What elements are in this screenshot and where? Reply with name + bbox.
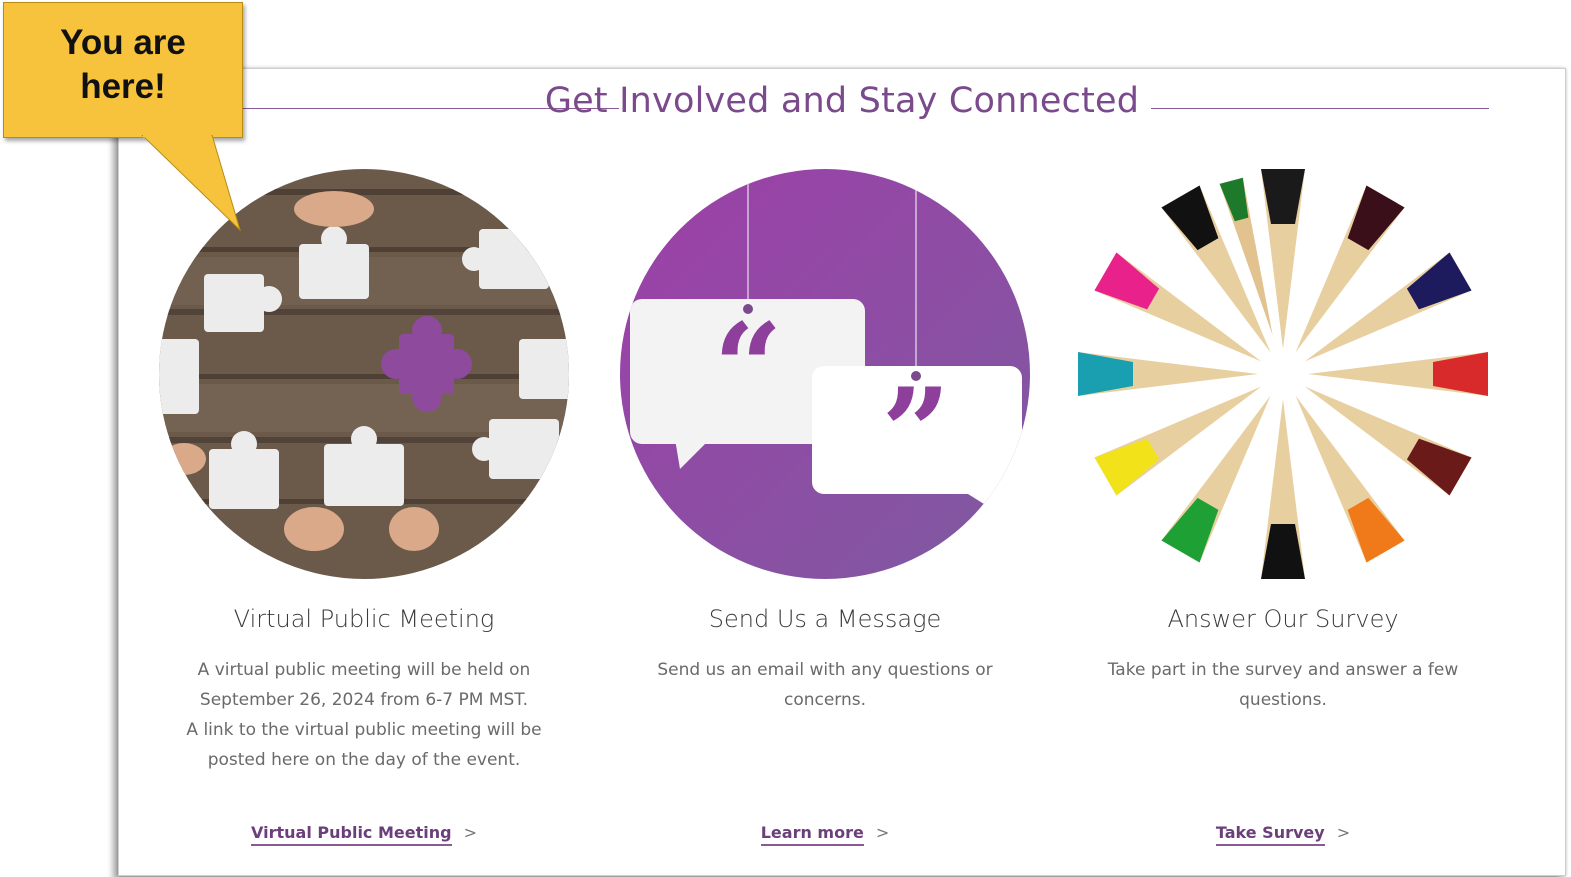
take-survey-link[interactable]: Take Survey > [1063,823,1503,846]
chevron-right-icon: > [875,823,890,842]
callout-text-line1: You are [60,23,186,62]
callout-text-line2: here! [80,67,166,106]
card-description: A virtual public meeting will be held on… [186,660,542,770]
callout-pointer-arrow [141,135,242,232]
header-rule-right [1151,108,1489,109]
colored-pencils-icon [1078,169,1488,579]
section-header: Get Involved and Stay Connected [119,81,1565,129]
svg-text:”: ” [881,362,950,503]
you-are-here-callout: You are here! [3,2,243,138]
chevron-right-icon: > [1336,823,1351,842]
card-title: Virtual Public Meeting [233,605,495,633]
card-description: Send us an email with any questions or c… [657,660,993,710]
quote-bubbles-icon: “ ” [620,169,1030,579]
card-title: Send Us a Message [708,605,942,633]
chevron-right-icon: > [463,823,477,842]
page-screenshot-frame: Get Involved and Stay Connected Virtual … [118,68,1566,876]
section-title: Get Involved and Stay Connected [544,81,1140,121]
card-virtual-public-meeting: Virtual Public Meeting A virtual public … [144,169,584,846]
card-description: Take part in the survey and answer a few… [1107,660,1459,710]
card-send-message: “ ” Send Us a Message Send us an email w… [605,169,1045,846]
learn-more-link[interactable]: Learn more > [605,823,1045,846]
virtual-public-meeting-link[interactable]: Virtual Public Meeting > [144,823,584,846]
card-title: Answer Our Survey [1167,605,1399,633]
svg-text:“: “ [713,297,782,438]
card-answer-survey: Answer Our Survey Take part in the surve… [1063,169,1503,846]
